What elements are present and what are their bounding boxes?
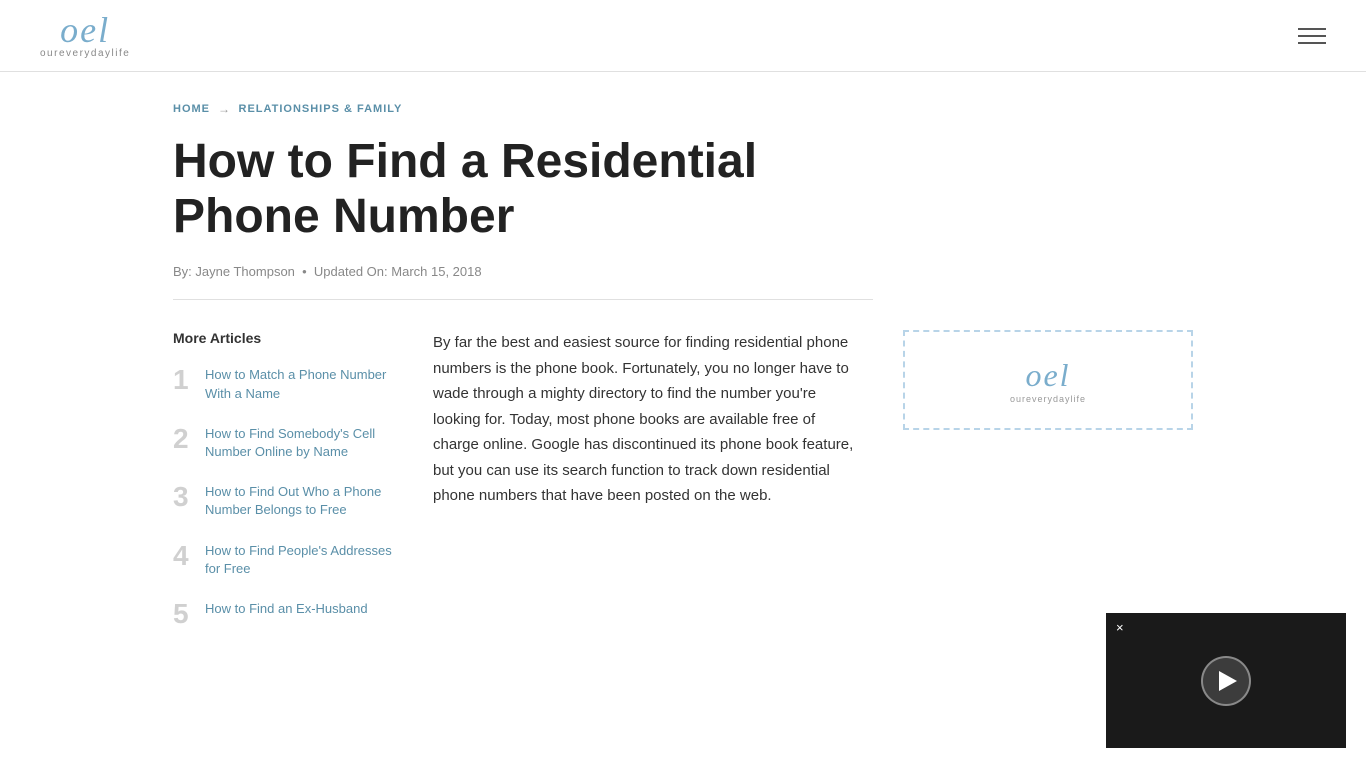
list-item: 3 How to Find Out Who a Phone Number Belo… (173, 483, 393, 519)
site-header: oel oureverydaylife (0, 0, 1366, 72)
main-article: By far the best and easiest source for f… (433, 330, 863, 650)
article-link[interactable]: How to Find People's Addresses for Free (205, 542, 393, 578)
menu-button[interactable] (1298, 28, 1326, 44)
article-number: 5 (173, 600, 193, 628)
content-area: More Articles 1 How to Match a Phone Numb… (173, 330, 1193, 650)
play-button[interactable] (1201, 656, 1251, 706)
breadcrumb: HOME → RELATIONSHIPS & FAMILY (173, 102, 1193, 116)
list-item: 4 How to Find People's Addresses for Free (173, 542, 393, 578)
page-content: HOME → RELATIONSHIPS & FAMILY How to Fin… (133, 72, 1233, 680)
article-number: 3 (173, 483, 193, 511)
breadcrumb-home[interactable]: HOME (173, 103, 210, 115)
hamburger-line-2 (1298, 35, 1326, 37)
site-logo[interactable]: oel oureverydaylife (40, 12, 130, 59)
author-name: Jayne Thompson (195, 264, 295, 279)
video-close-button[interactable]: × (1111, 618, 1129, 637)
logo-text: oel (60, 12, 110, 48)
updated-date: March 15, 2018 (391, 264, 481, 279)
page-title: How to Find a Residential Phone Number (173, 134, 873, 244)
article-link[interactable]: How to Find Somebody's Cell Number Onlin… (205, 425, 393, 461)
more-articles-sidebar: More Articles 1 How to Match a Phone Numb… (173, 330, 393, 650)
article-number: 1 (173, 366, 193, 394)
breadcrumb-category: RELATIONSHIPS & FAMILY (239, 103, 403, 115)
ad-box: oel oureverydaylife (903, 330, 1193, 430)
article-body: By far the best and easiest source for f… (433, 330, 863, 509)
ad-logo-subtext: oureverydaylife (1010, 394, 1086, 404)
hamburger-line-3 (1298, 42, 1326, 44)
breadcrumb-arrow: → (218, 102, 231, 116)
article-link[interactable]: How to Find an Ex-Husband (205, 600, 368, 618)
right-sidebar: oel oureverydaylife (903, 330, 1193, 650)
article-link[interactable]: How to Find Out Who a Phone Number Belon… (205, 483, 393, 519)
ad-logo-text: oel (1025, 357, 1070, 394)
related-articles-list: 1 How to Match a Phone Number With a Name… (173, 366, 393, 628)
article-number: 2 (173, 425, 193, 453)
list-item: 5 How to Find an Ex-Husband (173, 600, 393, 628)
list-item: 1 How to Match a Phone Number With a Name (173, 366, 393, 402)
article-link[interactable]: How to Match a Phone Number With a Name (205, 366, 393, 402)
sidebar-title: More Articles (173, 330, 393, 346)
author-prefix: By: (173, 264, 192, 279)
play-icon (1219, 671, 1237, 691)
video-player: × (1106, 613, 1346, 748)
logo-subtext: oureverydaylife (40, 48, 130, 59)
list-item: 2 How to Find Somebody's Cell Number Onli… (173, 425, 393, 461)
article-number: 4 (173, 542, 193, 570)
author-line: By: Jayne Thompson • Updated On: March 1… (173, 264, 873, 300)
hamburger-line-1 (1298, 28, 1326, 30)
updated-prefix: Updated On: (314, 264, 388, 279)
